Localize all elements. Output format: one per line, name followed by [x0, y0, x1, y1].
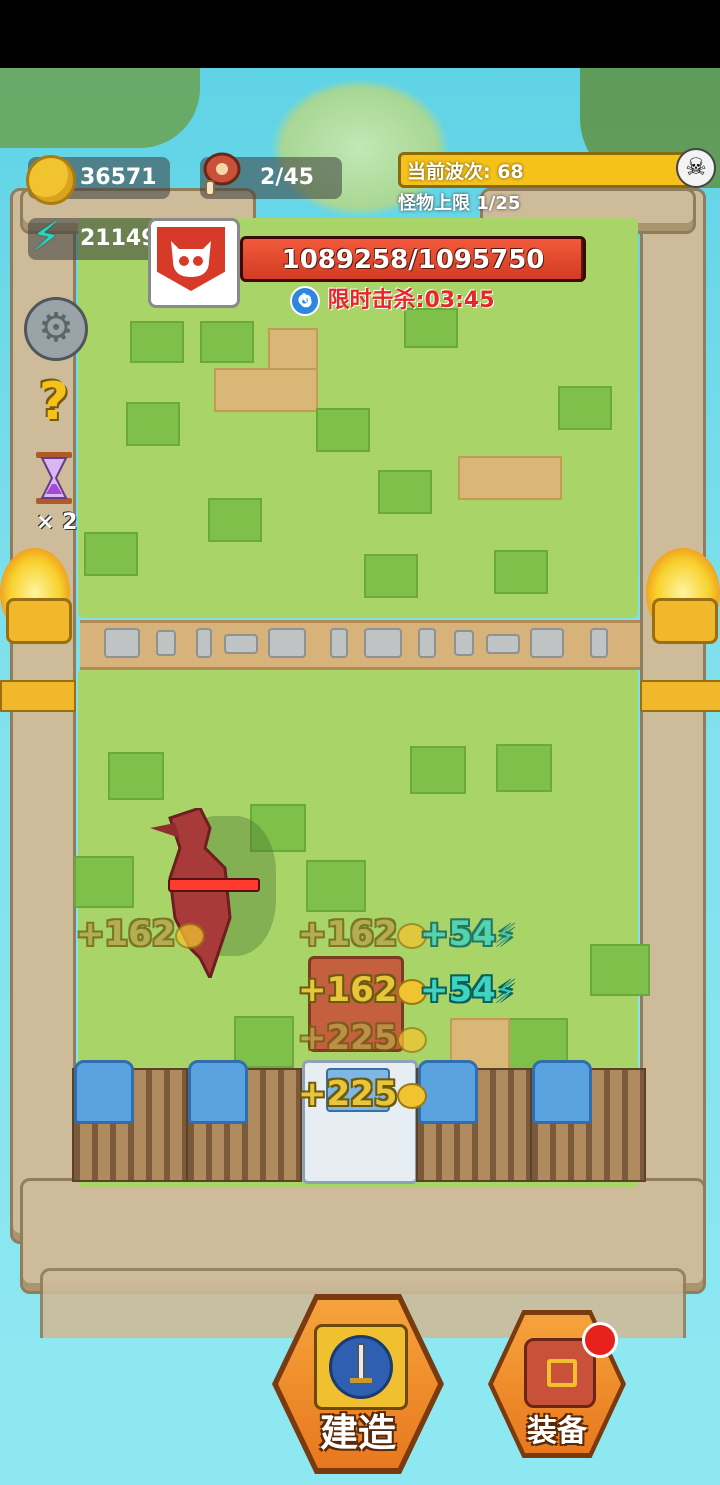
kill-timer: ⏱ 限时击杀:03:45 [290, 282, 495, 316]
reward-popup: +162 [76, 914, 206, 954]
skull-icon: ☠ [676, 148, 716, 188]
dirt-tile [458, 456, 562, 500]
backpack-buckle [547, 1359, 577, 1387]
wave-label: 当前波次: 68 [407, 161, 524, 183]
path-stone [196, 628, 212, 658]
grass-tile [494, 550, 548, 594]
blue-tent [532, 1060, 592, 1124]
gear-icon[interactable]: ⚙ [24, 297, 88, 361]
grass-tile [496, 744, 552, 792]
reward-popup: +54⚡ [420, 970, 516, 1010]
meat-amount: 2/45 [260, 165, 314, 190]
hourglass-icon[interactable] [32, 450, 76, 506]
sword-icon [329, 1335, 393, 1399]
coin-icon [397, 1026, 428, 1053]
grass-tile [126, 402, 180, 446]
boss-health-text: 1089258/1095750 [281, 245, 545, 275]
coin-icon [175, 922, 206, 949]
grass-tile [200, 321, 254, 363]
path-stone [156, 630, 176, 656]
status-bar [0, 0, 720, 68]
lightning-icon: ⚡ [495, 975, 516, 1008]
brazier [6, 598, 72, 644]
grass-tile [74, 856, 134, 908]
blue-tent [74, 1060, 134, 1124]
brazier [652, 598, 718, 644]
right-wall [640, 188, 706, 1244]
stopwatch-icon: ⏱ [290, 286, 320, 316]
grass-tile [316, 408, 370, 452]
reward-popup: +225 [298, 1018, 428, 1058]
grass-tile [364, 554, 418, 598]
wave-bar: 当前波次: 68 [398, 152, 694, 188]
coin-icon [26, 155, 76, 205]
reward-popup: +162 [298, 970, 428, 1010]
path-stone [590, 628, 608, 658]
coin-amount: 36571 [80, 165, 157, 190]
path-stone [330, 628, 348, 658]
grass-tile [108, 752, 164, 800]
meat-counter: 2/45 [200, 152, 342, 199]
lightning-icon: ⚡ [495, 919, 516, 952]
grass-tile [84, 532, 138, 576]
question-icon[interactable]: ? [34, 372, 74, 432]
notification-dot [582, 1322, 618, 1358]
grass-tile [234, 1016, 294, 1068]
lightning-icon: ⚡ [32, 214, 61, 260]
gold-trim [640, 680, 720, 712]
reward-popup: +54⚡ [420, 914, 516, 954]
path-stone [418, 628, 436, 658]
tree-foliage [0, 68, 200, 148]
boss-skull-icon [157, 227, 225, 291]
grass-tile [306, 860, 366, 912]
energy-counter: ⚡ 21149 [28, 214, 158, 260]
energy-amount: 21149 [80, 226, 157, 251]
path-stone [104, 628, 140, 658]
path-stone [486, 634, 520, 654]
blue-tent [188, 1060, 248, 1124]
build-banner [314, 1324, 408, 1410]
coin-counter: 36571 [26, 155, 170, 205]
grass-tile [378, 470, 432, 514]
monster-health-bar [168, 878, 260, 892]
path-stone [224, 634, 258, 654]
coin-icon [397, 1082, 428, 1109]
grass-tile [410, 746, 466, 794]
boss-health-bar: 1089258/1095750 [240, 236, 586, 282]
reward-popup: +162 [298, 914, 428, 954]
meat-icon [200, 151, 242, 196]
dirt-tile [214, 368, 318, 412]
grass-tile [208, 498, 262, 542]
kill-timer-label: 限时击杀:03:45 [327, 288, 495, 313]
gold-trim [0, 680, 76, 712]
path-stone [268, 628, 306, 658]
boss-badge [148, 218, 240, 308]
grass-tile [130, 321, 184, 363]
path-stone [530, 628, 564, 658]
monster-limit: 怪物上限 1/25 [398, 193, 521, 214]
reward-popup: +225 [298, 1074, 428, 1114]
grass-tile [558, 386, 612, 430]
speed-multiplier: × 2 [36, 510, 78, 535]
grass-tile [590, 944, 650, 996]
path-stone [454, 630, 474, 656]
path-stone [364, 628, 402, 658]
